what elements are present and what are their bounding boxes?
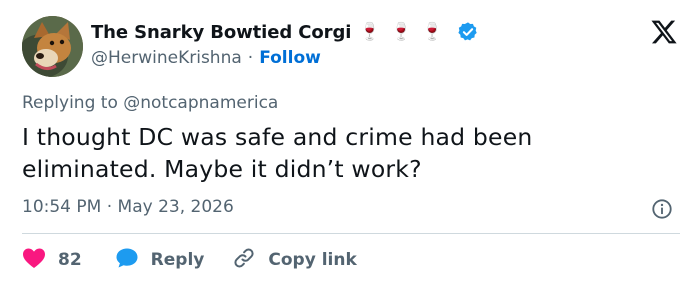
wine-glass-icon: 🍷	[390, 22, 416, 42]
verified-badge-icon[interactable]	[457, 21, 479, 43]
author-display-name[interactable]: The Snarky Bowtied Corgi	[91, 22, 351, 43]
author-handle[interactable]: @HerwineKrishna	[91, 48, 242, 68]
follow-button[interactable]: Follow	[259, 48, 321, 68]
tweet-timestamp[interactable]: 10:54 PM · May 23, 2026	[22, 197, 234, 217]
separator-dot: ·	[247, 48, 254, 68]
author-handle-row: @HerwineKrishna · Follow	[91, 48, 321, 68]
name-emojis: 🍷 🍷 🍷	[359, 22, 453, 42]
link-icon	[232, 246, 256, 275]
replying-to-label[interactable]: Replying to @notcapnamerica	[22, 93, 278, 113]
info-icon[interactable]	[651, 198, 673, 220]
wine-glass-icon: 🍷	[359, 22, 385, 42]
reply-button[interactable]: Reply	[115, 247, 205, 274]
separator-dot: ·	[106, 197, 113, 217]
copy-link-label: Copy link	[268, 250, 357, 270]
like-button[interactable]: 82	[22, 247, 82, 274]
tweet-time: 10:54 PM	[22, 197, 102, 217]
tweet-text: I thought DC was safe and crime had been…	[22, 123, 533, 183]
author-name-row: The Snarky Bowtied Corgi 🍷 🍷 🍷	[91, 19, 479, 45]
action-bar: 82 Reply Copy link	[22, 245, 357, 275]
like-count: 82	[58, 250, 82, 270]
reply-label: Reply	[150, 250, 205, 270]
tweet-date: May 23, 2026	[117, 197, 234, 217]
reply-bubble-icon	[115, 247, 139, 274]
heart-icon	[22, 247, 46, 274]
x-logo-icon[interactable]	[650, 18, 678, 46]
wine-glass-icon: 🍷	[421, 22, 447, 42]
copy-link-button[interactable]: Copy link	[232, 246, 357, 275]
divider	[22, 233, 680, 234]
avatar[interactable]	[22, 16, 83, 77]
